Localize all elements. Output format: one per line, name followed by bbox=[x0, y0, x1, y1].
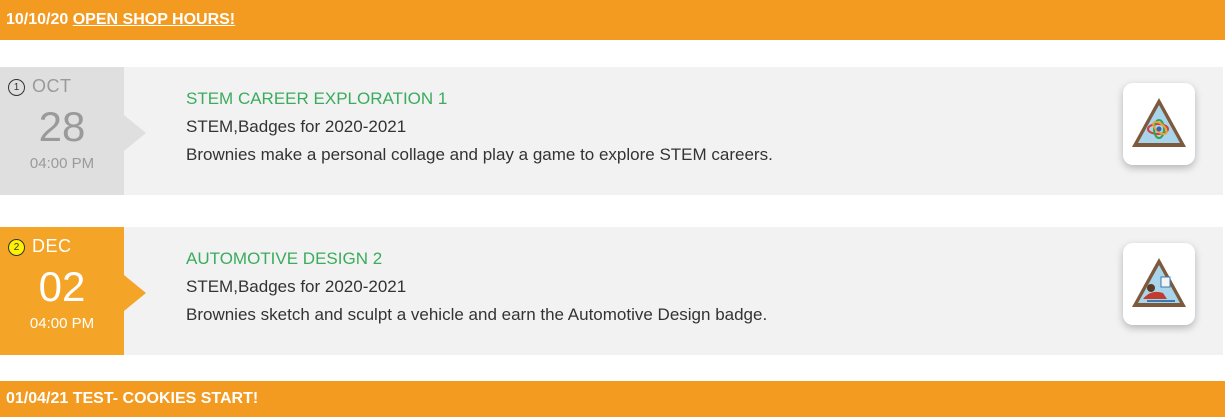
event-month: OCT bbox=[32, 76, 72, 96]
open-shop-hours-link[interactable]: OPEN SHOP HOURS! bbox=[73, 11, 235, 28]
event-number-badge: 2 bbox=[8, 239, 25, 256]
event-row[interactable]: 2 DEC 02 04:00 PM AUTOMOTIVE DESIGN 2 ST… bbox=[0, 227, 1223, 355]
event-description: Brownies sketch and sculpt a vehicle and… bbox=[186, 305, 768, 324]
date-arrow bbox=[124, 115, 146, 151]
event-date-box: 2 DEC 02 04:00 PM bbox=[0, 227, 124, 355]
event-title-link[interactable]: AUTOMOTIVE DESIGN 2 bbox=[186, 249, 382, 269]
top-banner-date: 10/10/20 bbox=[6, 11, 69, 28]
event-number-badge: 1 bbox=[8, 79, 25, 96]
event-row[interactable]: 1 OCT 28 04:00 PM STEM CAREER EXPLORATIO… bbox=[0, 67, 1223, 195]
top-banner: 10/10/20 OPEN SHOP HOURS! bbox=[0, 0, 1225, 40]
event-day: 02 bbox=[38, 263, 86, 310]
event-month: DEC bbox=[32, 236, 72, 256]
event-day: 28 bbox=[38, 103, 86, 150]
event-time: 04:00 PM bbox=[29, 315, 95, 332]
stem-career-badge-icon[interactable] bbox=[1123, 83, 1195, 165]
event-categories: STEM,Badges for 2020-2021 bbox=[186, 277, 407, 296]
event-categories: STEM,Badges for 2020-2021 bbox=[186, 117, 407, 136]
event-date-box: 1 OCT 28 04:00 PM bbox=[0, 67, 124, 195]
event-time: 04:00 PM bbox=[29, 155, 95, 172]
automotive-design-badge-icon[interactable] bbox=[1123, 243, 1195, 325]
bottom-banner-text: 01/04/21 TEST- COOKIES START! bbox=[6, 390, 259, 407]
event-title-link[interactable]: STEM CAREER EXPLORATION 1 bbox=[186, 89, 447, 109]
event-description: Brownies make a personal collage and pla… bbox=[186, 145, 773, 164]
date-arrow bbox=[124, 275, 146, 311]
bottom-banner[interactable]: 01/04/21 TEST- COOKIES START! bbox=[0, 381, 1225, 417]
